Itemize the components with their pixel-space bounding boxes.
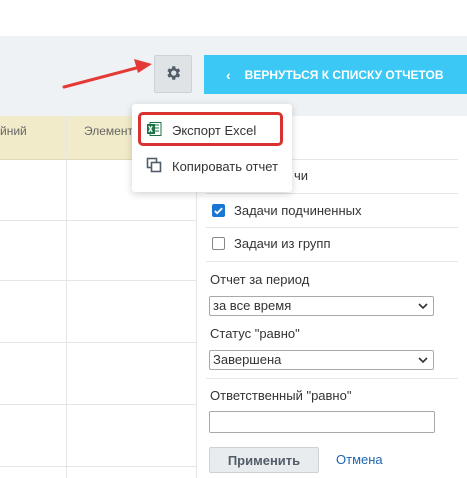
chevron-down-icon [417,297,429,320]
checkbox-groups-row[interactable]: Задачи из групп [212,236,331,251]
status-select-value: Завершена [213,352,282,367]
checkmark-icon [214,207,223,215]
table-row [0,220,200,221]
checkbox-subordinates-label: Задачи подчиненных [234,203,362,218]
table-row [0,404,200,405]
column-header: йний [0,124,27,138]
period-label: Отчет за период [210,272,310,287]
responsible-label: Ответственный "равно" [210,388,352,403]
chevron-left-icon: ‹ [226,66,231,83]
table-row [0,466,200,467]
column-divider [66,116,67,478]
period-select[interactable]: за все время [209,296,434,316]
status-label: Статус "равно" [210,326,300,341]
checkbox-subordinates-row[interactable]: Задачи подчиненных [212,203,361,218]
table-row [0,280,200,281]
divider [206,261,458,262]
annotation-highlight-box [138,112,283,146]
checkbox-groups[interactable] [212,237,225,250]
back-to-reports-button[interactable]: ‹ ВЕРНУТЬСЯ К СПИСКУ ОТЧЕТОВ [204,55,467,94]
divider [206,378,458,379]
status-select[interactable]: Завершена [209,350,434,370]
menu-item-label: Копировать отчет [172,158,279,174]
top-bar [0,0,467,36]
chevron-down-icon [417,351,429,374]
cancel-link[interactable]: Отмена [336,452,383,467]
back-button-label: ВЕРНУТЬСЯ К СПИСКУ ОТЧЕТОВ [244,67,444,82]
checkbox-subordinates[interactable] [212,204,225,217]
gear-icon [164,64,182,85]
checkbox-groups-label: Задачи из групп [234,236,331,251]
copy-icon [146,157,162,176]
apply-button[interactable]: Применить [209,447,319,473]
settings-button[interactable] [154,55,192,93]
table-row [0,342,200,343]
divider [206,227,458,228]
checkbox-partial-label: чи [294,168,309,183]
period-select-value: за все время [213,298,292,313]
responsible-input[interactable] [209,411,435,433]
menu-item-copy-report[interactable]: Копировать отчет [132,150,292,182]
checkbox-partial-label-row: чи [294,168,308,183]
divider [206,193,458,194]
annotation-arrow [62,59,152,89]
